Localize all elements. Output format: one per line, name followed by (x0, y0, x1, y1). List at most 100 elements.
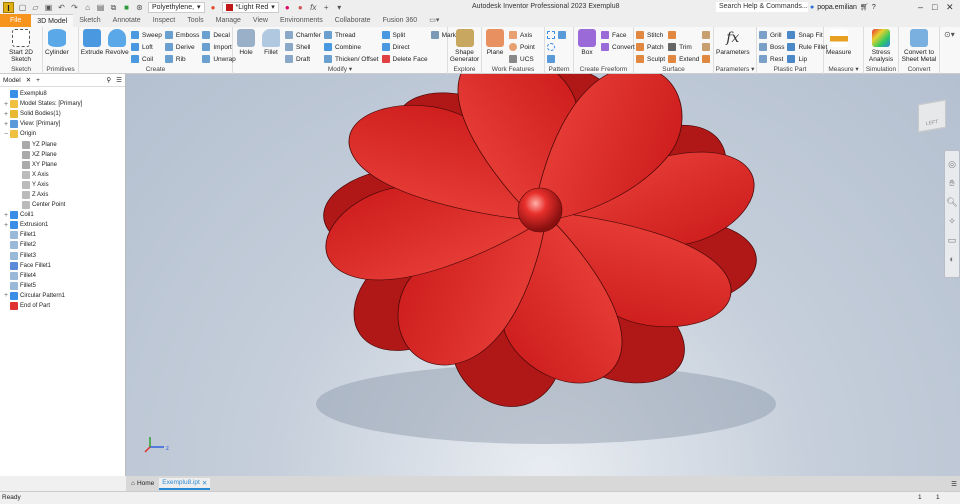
circular-pattern-button[interactable] (547, 42, 566, 52)
clear-appearance-icon[interactable]: ● (283, 3, 292, 12)
decal-button[interactable]: Decal (202, 30, 235, 40)
grill-button[interactable]: Grill (759, 30, 784, 40)
combine-button[interactable]: Combine (323, 42, 379, 52)
zoom-icon[interactable]: 🔍︎ (946, 197, 957, 208)
tab-sketch[interactable]: Sketch (73, 14, 106, 27)
repair-button[interactable] (702, 30, 711, 40)
group-label[interactable]: Parameters ▾ (714, 65, 756, 73)
emboss-button[interactable]: Emboss (164, 30, 199, 40)
tab-environments[interactable]: Environments (274, 14, 329, 27)
import-button[interactable]: Import (202, 42, 235, 52)
new-icon[interactable]: ▢ (18, 3, 27, 12)
color-icon[interactable]: ■ (122, 3, 131, 12)
group-label[interactable]: Modify ▾ (233, 65, 447, 73)
propeller-model[interactable] (126, 74, 960, 476)
user-menu[interactable]: ● popa.emilian 🛒︎? (810, 3, 876, 12)
draft-button[interactable]: Draft (285, 54, 321, 64)
add-tab-icon[interactable]: + (36, 77, 40, 84)
direct-button[interactable]: Direct (381, 42, 428, 52)
tab-file[interactable]: File (0, 14, 32, 27)
orbit-icon[interactable]: ✧ (948, 216, 956, 227)
minimize-button[interactable]: – (918, 2, 923, 12)
menu-icon[interactable]: ☰ (116, 76, 125, 84)
browser-node[interactable]: + View: [Primary] (0, 119, 125, 129)
ucs-button[interactable]: UCS (509, 54, 535, 64)
expand-toggle[interactable]: + (2, 212, 10, 219)
split-button[interactable]: Split (381, 30, 428, 40)
lip-button[interactable]: Lip (787, 54, 827, 64)
expand-toggle[interactable]: + (2, 222, 10, 229)
expand-toggle[interactable]: + (2, 121, 10, 128)
expand-toggle[interactable]: − (2, 131, 10, 138)
document-tab-exemplu8[interactable]: Exemplu8.ipt ✕ (159, 477, 211, 490)
appearance-dropdown[interactable]: *Light Red ▾ (221, 1, 279, 13)
open-icon[interactable]: ▱ (31, 3, 40, 12)
group-label[interactable]: Measure ▾ (824, 65, 863, 73)
chamfer-button[interactable]: Chamfer (285, 30, 321, 40)
browser-node[interactable]: XZ Plane (0, 150, 125, 160)
model-tab[interactable]: Model (3, 77, 21, 84)
inventor-logo[interactable]: I (3, 1, 14, 13)
save-icon[interactable]: ▣ (44, 3, 53, 12)
cart-icon[interactable]: 🛒︎ (860, 3, 869, 11)
browser-node[interactable]: Face Fillet1 (0, 261, 125, 271)
home-tab[interactable]: ⌂ Home (128, 479, 157, 488)
ribbon-options-icon[interactable]: ⊙▾ (940, 27, 959, 73)
thicken-offset-button[interactable]: Thicken/ Offset (323, 54, 379, 64)
browser-node[interactable]: + Solid Bodies(1) (0, 109, 125, 119)
point-button[interactable]: Point (509, 42, 535, 52)
close-button[interactable]: ✕ (946, 2, 954, 13)
browser-node[interactable]: Fillet5 (0, 281, 125, 291)
sweep-button[interactable]: Sweep (131, 30, 162, 40)
maximize-button[interactable]: □ (932, 2, 937, 12)
browser-node[interactable]: Fillet1 (0, 230, 125, 240)
thread-button[interactable]: Thread (323, 30, 379, 40)
home-icon[interactable]: ⌂ (83, 3, 92, 12)
patch-button[interactable]: Patch (636, 42, 665, 52)
browser-node[interactable]: Exemplu8 (0, 89, 125, 99)
rest-button[interactable]: Rest (759, 54, 784, 64)
close-icon[interactable]: ✕ (202, 479, 207, 487)
fit-mesh-button[interactable] (702, 42, 711, 52)
expand-toggle[interactable]: + (2, 111, 10, 118)
browser-node[interactable]: Fillet4 (0, 271, 125, 281)
fx-icon[interactable]: fx (309, 3, 318, 12)
face-button[interactable]: Face (601, 30, 635, 40)
graphics-viewport[interactable]: z (126, 74, 960, 476)
extend-button[interactable]: Extend (668, 54, 699, 64)
browser-node[interactable]: Z Axis (0, 190, 125, 200)
replace-face-button[interactable] (702, 54, 711, 64)
loft-button[interactable]: Loft (131, 42, 162, 52)
view-cube[interactable]: LEFT (918, 99, 946, 133)
browser-node[interactable]: + Model States: [Primary] (0, 99, 125, 109)
delete-face-button[interactable]: Delete Face (381, 54, 428, 64)
boss-button[interactable]: Boss (759, 42, 784, 52)
rectangular-pattern-button[interactable] (547, 30, 566, 40)
stitch-button[interactable]: Stitch (636, 30, 665, 40)
tab-tools[interactable]: Tools (181, 14, 209, 27)
tab-fusion-360[interactable]: Fusion 360 (377, 14, 424, 27)
tab-manage[interactable]: Manage (210, 14, 247, 27)
tab-annotate[interactable]: Annotate (107, 14, 147, 27)
mirror-icon[interactable] (558, 31, 566, 39)
update-icon[interactable]: ▤ (96, 3, 105, 12)
sketch-pattern-button[interactable] (547, 54, 566, 64)
snap-fit-button[interactable]: Snap Fit (787, 30, 827, 40)
look-at-icon[interactable]: ▭ (948, 235, 957, 246)
expand-toggle[interactable]: + (2, 101, 10, 108)
coil-button[interactable]: Coil (131, 54, 162, 64)
plus-icon[interactable]: + (322, 3, 331, 12)
close-icon[interactable]: ✕ (26, 76, 31, 84)
browser-node[interactable]: X Axis (0, 170, 125, 180)
browser-node[interactable]: Center Point (0, 200, 125, 210)
unwrap-button[interactable]: Unwrap (202, 54, 236, 64)
rib-button[interactable]: Rib (164, 54, 199, 64)
axis-button[interactable]: Axis (509, 30, 535, 40)
browser-node[interactable]: + Coil1 (0, 210, 125, 220)
rule-fillet-button[interactable]: Rule Fillet (787, 42, 827, 52)
appearance-icon[interactable]: ◐ (949, 254, 954, 264)
material-dropdown[interactable]: Polyethylene, ▾ (148, 1, 205, 13)
browser-node[interactable]: + Extrusion1 (0, 220, 125, 230)
panel-options-icon[interactable]: ▭▾ (423, 14, 445, 27)
sculpt-button[interactable]: Sculpt (636, 54, 665, 64)
